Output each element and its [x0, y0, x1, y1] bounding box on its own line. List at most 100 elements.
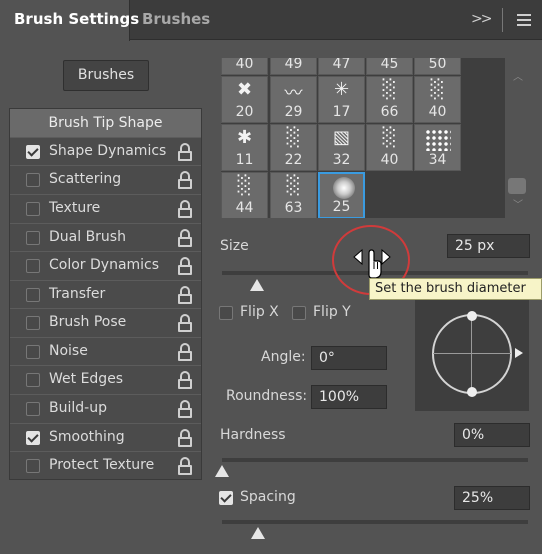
size-slider-knob[interactable] [250, 279, 264, 291]
option-shape-dynamics[interactable]: Shape Dynamics [10, 137, 201, 165]
size-field[interactable]: 25 px [447, 234, 530, 258]
angle-roundness-widget[interactable] [415, 297, 529, 411]
brush-preset[interactable]: 25 [318, 172, 365, 218]
scrubby-cursor-icon [353, 248, 391, 279]
roundness-handle-top[interactable] [467, 311, 477, 321]
option-noise[interactable]: Noise [10, 337, 201, 365]
brush-tip-shape-item[interactable]: Brush Tip Shape [10, 109, 201, 137]
protect-texture-label[interactable]: Protect Texture [49, 457, 154, 473]
scattering-label[interactable]: Scattering [49, 171, 121, 187]
lock-icon[interactable] [178, 257, 192, 275]
lock-icon[interactable] [178, 171, 192, 189]
color-dynamics-checkbox[interactable] [26, 259, 40, 273]
spacing-slider[interactable] [222, 520, 528, 524]
brush-preset[interactable]: ▧ 32 [318, 124, 365, 171]
brush-tip-icon: ░ [382, 79, 397, 100]
option-dual-brush[interactable]: Dual Brush [10, 223, 201, 251]
option-protect-texture[interactable]: Protect Texture [10, 451, 201, 479]
brush-preset[interactable]: 50 [414, 58, 461, 75]
brush-preset[interactable]: ░ 22 [270, 124, 317, 171]
brush-preset[interactable]: ░ 44 [221, 172, 268, 218]
scroll-up-icon[interactable]: ︿ [513, 68, 523, 83]
wet-edges-label[interactable]: Wet Edges [49, 371, 123, 387]
brush-preset[interactable]: ░ 40 [366, 124, 413, 171]
transfer-label[interactable]: Transfer [49, 286, 105, 302]
brush-preset[interactable]: 34 [414, 124, 461, 171]
tab-brushes[interactable]: Brushes [142, 10, 210, 28]
option-scattering[interactable]: Scattering [10, 165, 201, 193]
dual-brush-checkbox[interactable] [26, 231, 40, 245]
brush-tip-icon: 〰 [284, 83, 303, 104]
lock-icon[interactable] [178, 314, 192, 332]
shape-dynamics-label[interactable]: Shape Dynamics [49, 143, 166, 159]
collapse-panel-icon[interactable]: >> [471, 11, 493, 27]
option-texture[interactable]: Texture [10, 194, 201, 222]
spacing-field[interactable]: 25% [454, 486, 530, 510]
scroll-down-icon[interactable]: ﹀ [513, 196, 523, 211]
build-up-checkbox[interactable] [26, 402, 40, 416]
tab-brush-settings-label[interactable]: Brush Settings [14, 10, 139, 28]
texture-label[interactable]: Texture [49, 200, 100, 216]
brush-size-label: 40 [428, 104, 447, 120]
brush-preset[interactable]: ░ 63 [270, 172, 317, 218]
roundness-field[interactable]: 100% [311, 385, 387, 409]
lock-icon[interactable] [178, 229, 192, 247]
build-up-label[interactable]: Build-up [49, 400, 107, 416]
smoothing-label[interactable]: Smoothing [49, 429, 125, 445]
brush-pose-checkbox[interactable] [26, 316, 40, 330]
lock-icon[interactable] [178, 400, 192, 418]
flip-x-checkbox[interactable] [219, 306, 233, 320]
smoothing-checkbox[interactable] [26, 431, 40, 445]
brush-preset[interactable]: 45 [366, 58, 413, 75]
dual-brush-label[interactable]: Dual Brush [49, 229, 126, 245]
hardness-field[interactable]: 0% [454, 423, 530, 447]
panel-menu-icon[interactable] [517, 14, 531, 26]
color-dynamics-label[interactable]: Color Dynamics [49, 257, 159, 273]
transfer-checkbox[interactable] [26, 288, 40, 302]
lock-icon[interactable] [178, 143, 192, 161]
hardness-slider[interactable] [222, 458, 528, 462]
size-label: Size [220, 238, 249, 254]
texture-checkbox[interactable] [26, 202, 40, 216]
lock-icon[interactable] [178, 286, 192, 304]
scattering-checkbox[interactable] [26, 173, 40, 187]
noise-checkbox[interactable] [26, 345, 40, 359]
lock-icon[interactable] [178, 371, 192, 389]
brush-size-label: 17 [332, 104, 351, 120]
spacing-slider-knob[interactable] [251, 527, 265, 539]
option-wet-edges[interactable]: Wet Edges [10, 365, 201, 393]
brushes-button[interactable]: Brushes [63, 60, 149, 91]
flip-y-checkbox[interactable] [292, 306, 306, 320]
tab-bar: Brush Settings Brushes >> [0, 0, 542, 41]
brush-preset[interactable]: 47 [318, 58, 365, 75]
option-transfer[interactable]: Transfer [10, 280, 201, 308]
option-build-up[interactable]: Build-up [10, 394, 201, 422]
brush-preset[interactable]: 〰 29 [270, 76, 317, 123]
angle-arrow-icon[interactable] [515, 348, 523, 358]
brush-pose-label[interactable]: Brush Pose [49, 314, 126, 330]
option-brush-pose[interactable]: Brush Pose [10, 308, 201, 336]
lock-icon[interactable] [178, 343, 192, 361]
brush-preset[interactable]: 40 [221, 58, 268, 75]
hardness-slider-knob[interactable] [215, 465, 229, 477]
spacing-checkbox[interactable] [219, 491, 233, 505]
option-color-dynamics[interactable]: Color Dynamics [10, 251, 201, 279]
protect-texture-checkbox[interactable] [26, 459, 40, 473]
shape-dynamics-checkbox[interactable] [26, 145, 40, 159]
lock-icon[interactable] [178, 200, 192, 218]
angle-field[interactable]: 0° [311, 346, 387, 370]
option-smoothing[interactable]: Smoothing [10, 423, 201, 451]
roundness-handle-bottom[interactable] [467, 387, 477, 397]
wet-edges-checkbox[interactable] [26, 373, 40, 387]
brush-preset[interactable]: 49 [270, 58, 317, 75]
brush-preset[interactable]: ░ 40 [414, 76, 461, 123]
brush-preset[interactable]: ✖ 20 [221, 76, 268, 123]
brush-preset[interactable]: ✳ 17 [318, 76, 365, 123]
brush-tip-icon: ░ [237, 175, 252, 196]
noise-label[interactable]: Noise [49, 343, 88, 359]
scroll-thumb[interactable] [508, 178, 526, 194]
brush-preset[interactable]: ░ 66 [366, 76, 413, 123]
lock-icon[interactable] [178, 457, 192, 475]
lock-icon[interactable] [178, 429, 192, 447]
brush-preset[interactable]: ✱ 11 [221, 124, 268, 171]
